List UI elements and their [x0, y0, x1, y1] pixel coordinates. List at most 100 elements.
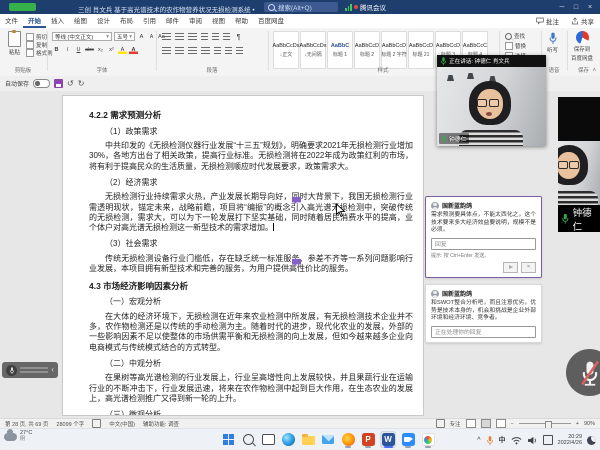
word-count[interactable]: 28099 个字 [56, 420, 84, 428]
tencent-meeting-app[interactable] [400, 431, 416, 448]
comment-card[interactable]: 国新蓝韵鸽 和SWOT整合分析吧，而且注意优劣，优势是技术本身的，机会和挑战是企… [425, 284, 542, 343]
zoom-in-button[interactable]: + [576, 421, 579, 427]
bullets-icon[interactable] [162, 33, 171, 41]
photos-app[interactable] [420, 431, 436, 448]
print-layout-button[interactable] [481, 419, 491, 428]
tab-mailings[interactable]: 邮件 [161, 15, 184, 28]
comment-cancel-button[interactable]: × [521, 262, 536, 273]
mail-app[interactable] [320, 431, 336, 448]
meeting-floating-window[interactable]: 正在讲话: 钟德仁 肖文兵 钟德仁 [437, 55, 546, 146]
file-explorer-app[interactable] [300, 431, 316, 448]
tab-view[interactable]: 视图 [207, 15, 230, 28]
shading-icon[interactable] [225, 47, 232, 55]
align-center-icon[interactable] [175, 47, 184, 55]
autosave-toggle[interactable] [33, 79, 50, 88]
zoom-out-button[interactable]: − [511, 421, 514, 427]
accessibility-status[interactable]: 辅助功能: 调查 [143, 420, 179, 428]
tab-insert[interactable]: 插入 [46, 15, 69, 28]
dictate-button[interactable]: 听写 [547, 31, 558, 54]
restore-button[interactable]: □ [569, 4, 583, 11]
comment-reply-input[interactable]: 正在处理你的回复 [431, 326, 536, 338]
taskbar-clock[interactable]: 20:29 2022/4/26 [558, 434, 582, 446]
highlight-color-button[interactable]: A [118, 45, 127, 54]
tab-design[interactable]: 设计 [92, 15, 115, 28]
tab-draw[interactable]: 绘图 [69, 15, 92, 28]
volume-icon[interactable] [527, 436, 538, 445]
wifi-icon[interactable] [511, 436, 522, 445]
close-button[interactable]: × [583, 4, 597, 11]
sort-icon[interactable] [223, 33, 230, 41]
undo-button[interactable]: ↺ [67, 79, 74, 88]
shrink-font-button[interactable]: A [147, 32, 156, 41]
read-mode-button[interactable] [466, 419, 476, 428]
tab-references[interactable]: 引用 [138, 15, 161, 28]
taskbar-weather-widget[interactable]: 27°C 阴 [4, 431, 32, 443]
powerpoint-app[interactable]: P [360, 431, 376, 448]
style-chip-heading2[interactable]: AaBbCcD标题 2 [354, 31, 380, 69]
do-not-disturb-icon[interactable] [587, 436, 596, 445]
replace-button[interactable]: 替换 [505, 42, 526, 50]
collapse-chevron-icon[interactable]: ‹ [51, 366, 54, 374]
firefox-app[interactable] [340, 431, 356, 448]
comment-reply-input[interactable]: 回复 [431, 238, 536, 250]
style-chip-heading2-char[interactable]: AaBbCcD标题 2 字符 [381, 31, 407, 69]
increase-indent-icon[interactable] [212, 33, 219, 41]
zoom-level[interactable]: 90% [584, 421, 595, 427]
redo-button[interactable]: ↻ [78, 79, 85, 88]
bold-button[interactable]: B [52, 45, 61, 54]
pen-touch-icon[interactable] [543, 435, 553, 445]
tab-file[interactable]: 文件 [0, 15, 23, 28]
strikethrough-button[interactable]: abc [85, 45, 94, 54]
share-button[interactable]: 共享 [565, 16, 600, 26]
taskbar-search-button[interactable] [240, 431, 256, 448]
save-icon[interactable] [54, 79, 63, 88]
grow-font-button[interactable]: A [137, 32, 146, 41]
tab-baidu-netdisk[interactable]: 百度网盘 [253, 15, 289, 28]
style-chip-heading21[interactable]: AaBbCcD标题 21 [408, 31, 434, 69]
page-indicator[interactable]: 第 28 页, 共 69 页 [5, 420, 48, 428]
focus-label[interactable]: 专注 [450, 420, 461, 428]
web-layout-button[interactable] [496, 419, 506, 428]
save-to-baidu-button[interactable]: 保存到 百度网盘 [571, 31, 593, 62]
language-indicator[interactable]: 中文(中国) [109, 420, 135, 428]
justify-icon[interactable] [201, 47, 210, 55]
ime-indicator[interactable]: 中 [499, 435, 506, 445]
comments-button[interactable]: 批注 [530, 16, 565, 26]
font-name-select[interactable]: 等线 (中文正文)▾ [52, 32, 112, 41]
underline-button[interactable]: U [74, 45, 83, 54]
document-page[interactable]: 4.2.2 需求预测分析 （1）政策需求 中共印发的《无损检测仪器行业发展“十三… [62, 95, 424, 416]
tab-layout[interactable]: 布局 [115, 15, 138, 28]
style-chip-no-spacing[interactable]: AaBbCcDx↓无间隔 [300, 31, 326, 69]
proofing-icon[interactable] [92, 419, 101, 428]
subscript-button[interactable]: x₂ [96, 45, 105, 54]
tab-home[interactable]: 开始 [23, 15, 46, 28]
borders-icon[interactable] [236, 47, 243, 55]
tray-expand-chevron[interactable]: ^ [477, 437, 480, 444]
comment-anchor-icon[interactable] [291, 196, 302, 206]
copy-button[interactable]: 复制 [26, 41, 53, 49]
italic-button[interactable]: I [63, 45, 72, 54]
find-button[interactable]: 查找 [505, 32, 526, 40]
align-left-icon[interactable] [162, 47, 171, 55]
comment-anchor-icon[interactable] [291, 258, 302, 268]
floating-voice-bar[interactable]: ‹ [2, 362, 58, 378]
tab-review[interactable]: 审阅 [184, 15, 207, 28]
comment-send-button[interactable] [503, 262, 518, 273]
start-button[interactable] [220, 431, 236, 448]
pilcrow-icon[interactable]: ¶ [234, 33, 243, 42]
word-app-active[interactable]: W [380, 431, 396, 448]
style-chip-normal[interactable]: AaBbCcDx↓正文 [273, 31, 299, 69]
line-spacing-icon[interactable] [214, 47, 221, 55]
meeting-status-badge[interactable]: 腾讯会议 [345, 3, 386, 12]
paste-button[interactable]: 粘贴 [8, 31, 21, 56]
tray-mic-icon[interactable] [486, 435, 494, 446]
meeting-side-tile[interactable]: 钟德仁 [558, 97, 600, 232]
multilevel-list-icon[interactable] [188, 33, 197, 41]
comment-card[interactable]: 国新蓝韵鸽 需求预测要具体点，不能太西化之，这个技术要来多大经济效益要说明，规模… [425, 196, 542, 278]
style-chip-heading1[interactable]: AaBbC标题 1 [327, 31, 353, 69]
numbering-icon[interactable] [175, 33, 184, 41]
zoom-slider[interactable] [519, 423, 571, 424]
font-size-select[interactable]: 五号▾ [114, 32, 135, 41]
font-color-button[interactable]: A [129, 45, 138, 54]
collapse-ribbon-button[interactable]: ˄ [592, 68, 596, 74]
